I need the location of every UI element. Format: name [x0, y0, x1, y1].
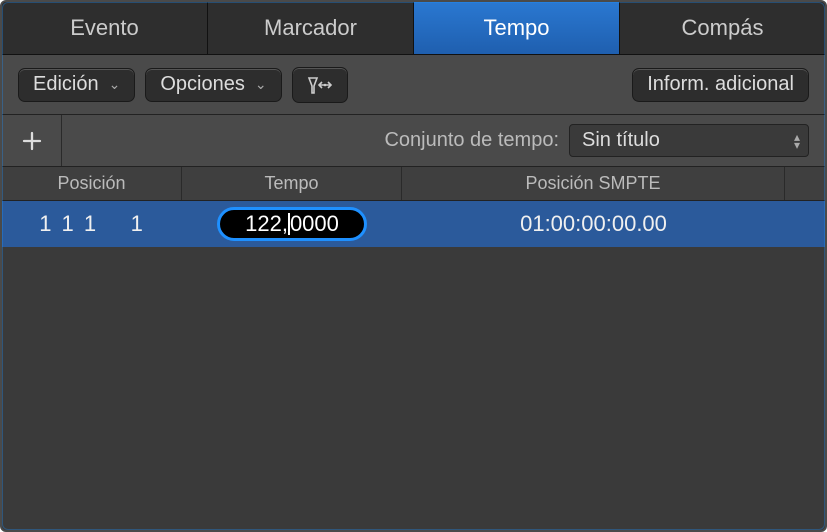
column-header-position[interactable]: Posición	[2, 167, 182, 200]
column-header-smpte[interactable]: Posición SMPTE	[402, 167, 785, 200]
tempo-set-value: Sin título	[582, 129, 660, 151]
tab-tempo[interactable]: Tempo	[414, 2, 620, 54]
tab-marcador[interactable]: Marcador	[208, 2, 414, 54]
tab-bar: Evento Marcador Tempo Compás	[2, 2, 825, 55]
edit-menu-label: Edición	[33, 73, 99, 96]
tempo-value-int: 122	[245, 211, 282, 237]
cell-position[interactable]: 1 1 1 1	[2, 211, 182, 237]
catch-filter-button[interactable]	[292, 67, 348, 103]
cell-tempo[interactable]: 122,0000	[182, 207, 402, 241]
tab-evento[interactable]: Evento	[2, 2, 208, 54]
plus-icon	[21, 130, 43, 152]
tempo-edit-field[interactable]: 122,0000	[217, 207, 367, 241]
updown-icon: ▴▾	[794, 133, 800, 149]
additional-info-button[interactable]: Inform. adicional	[632, 68, 809, 102]
tempo-rows-area[interactable]: 1 1 1 1 122,0000 01:00:00:00.00	[2, 201, 825, 530]
add-button[interactable]	[2, 115, 62, 166]
chevron-down-icon: ⌄	[255, 76, 267, 93]
tab-compas[interactable]: Compás	[620, 2, 825, 54]
chevron-down-icon: ⌄	[109, 76, 121, 93]
tempo-set-select[interactable]: Sin título ▴▾	[569, 124, 809, 157]
tempo-value-frac: 0000	[290, 211, 339, 237]
table-row[interactable]: 1 1 1 1 122,0000 01:00:00:00.00	[2, 201, 825, 247]
column-header-spare	[785, 167, 825, 200]
toolbar: Edición ⌄ Opciones ⌄ Inform. adicional	[2, 55, 825, 115]
smpte-value: 01:00:00:00.00	[520, 211, 667, 237]
cell-smpte[interactable]: 01:00:00:00.00	[402, 211, 785, 237]
sub-toolbar: Conjunto de tempo: Sin título ▴▾	[2, 115, 825, 167]
edit-menu-button[interactable]: Edición ⌄	[18, 68, 135, 102]
additional-info-label: Inform. adicional	[647, 73, 794, 96]
column-header-tempo[interactable]: Tempo	[182, 167, 402, 200]
tempo-list-window: Evento Marcador Tempo Compás Edición ⌄ O…	[0, 0, 827, 532]
options-menu-label: Opciones	[160, 73, 245, 96]
column-header-row: Posición Tempo Posición SMPTE	[2, 167, 825, 201]
tempo-set-label: Conjunto de tempo:	[384, 129, 569, 152]
options-menu-button[interactable]: Opciones ⌄	[145, 68, 281, 102]
position-value: 1 1 1 1	[39, 211, 145, 237]
catch-filter-icon	[305, 74, 335, 96]
